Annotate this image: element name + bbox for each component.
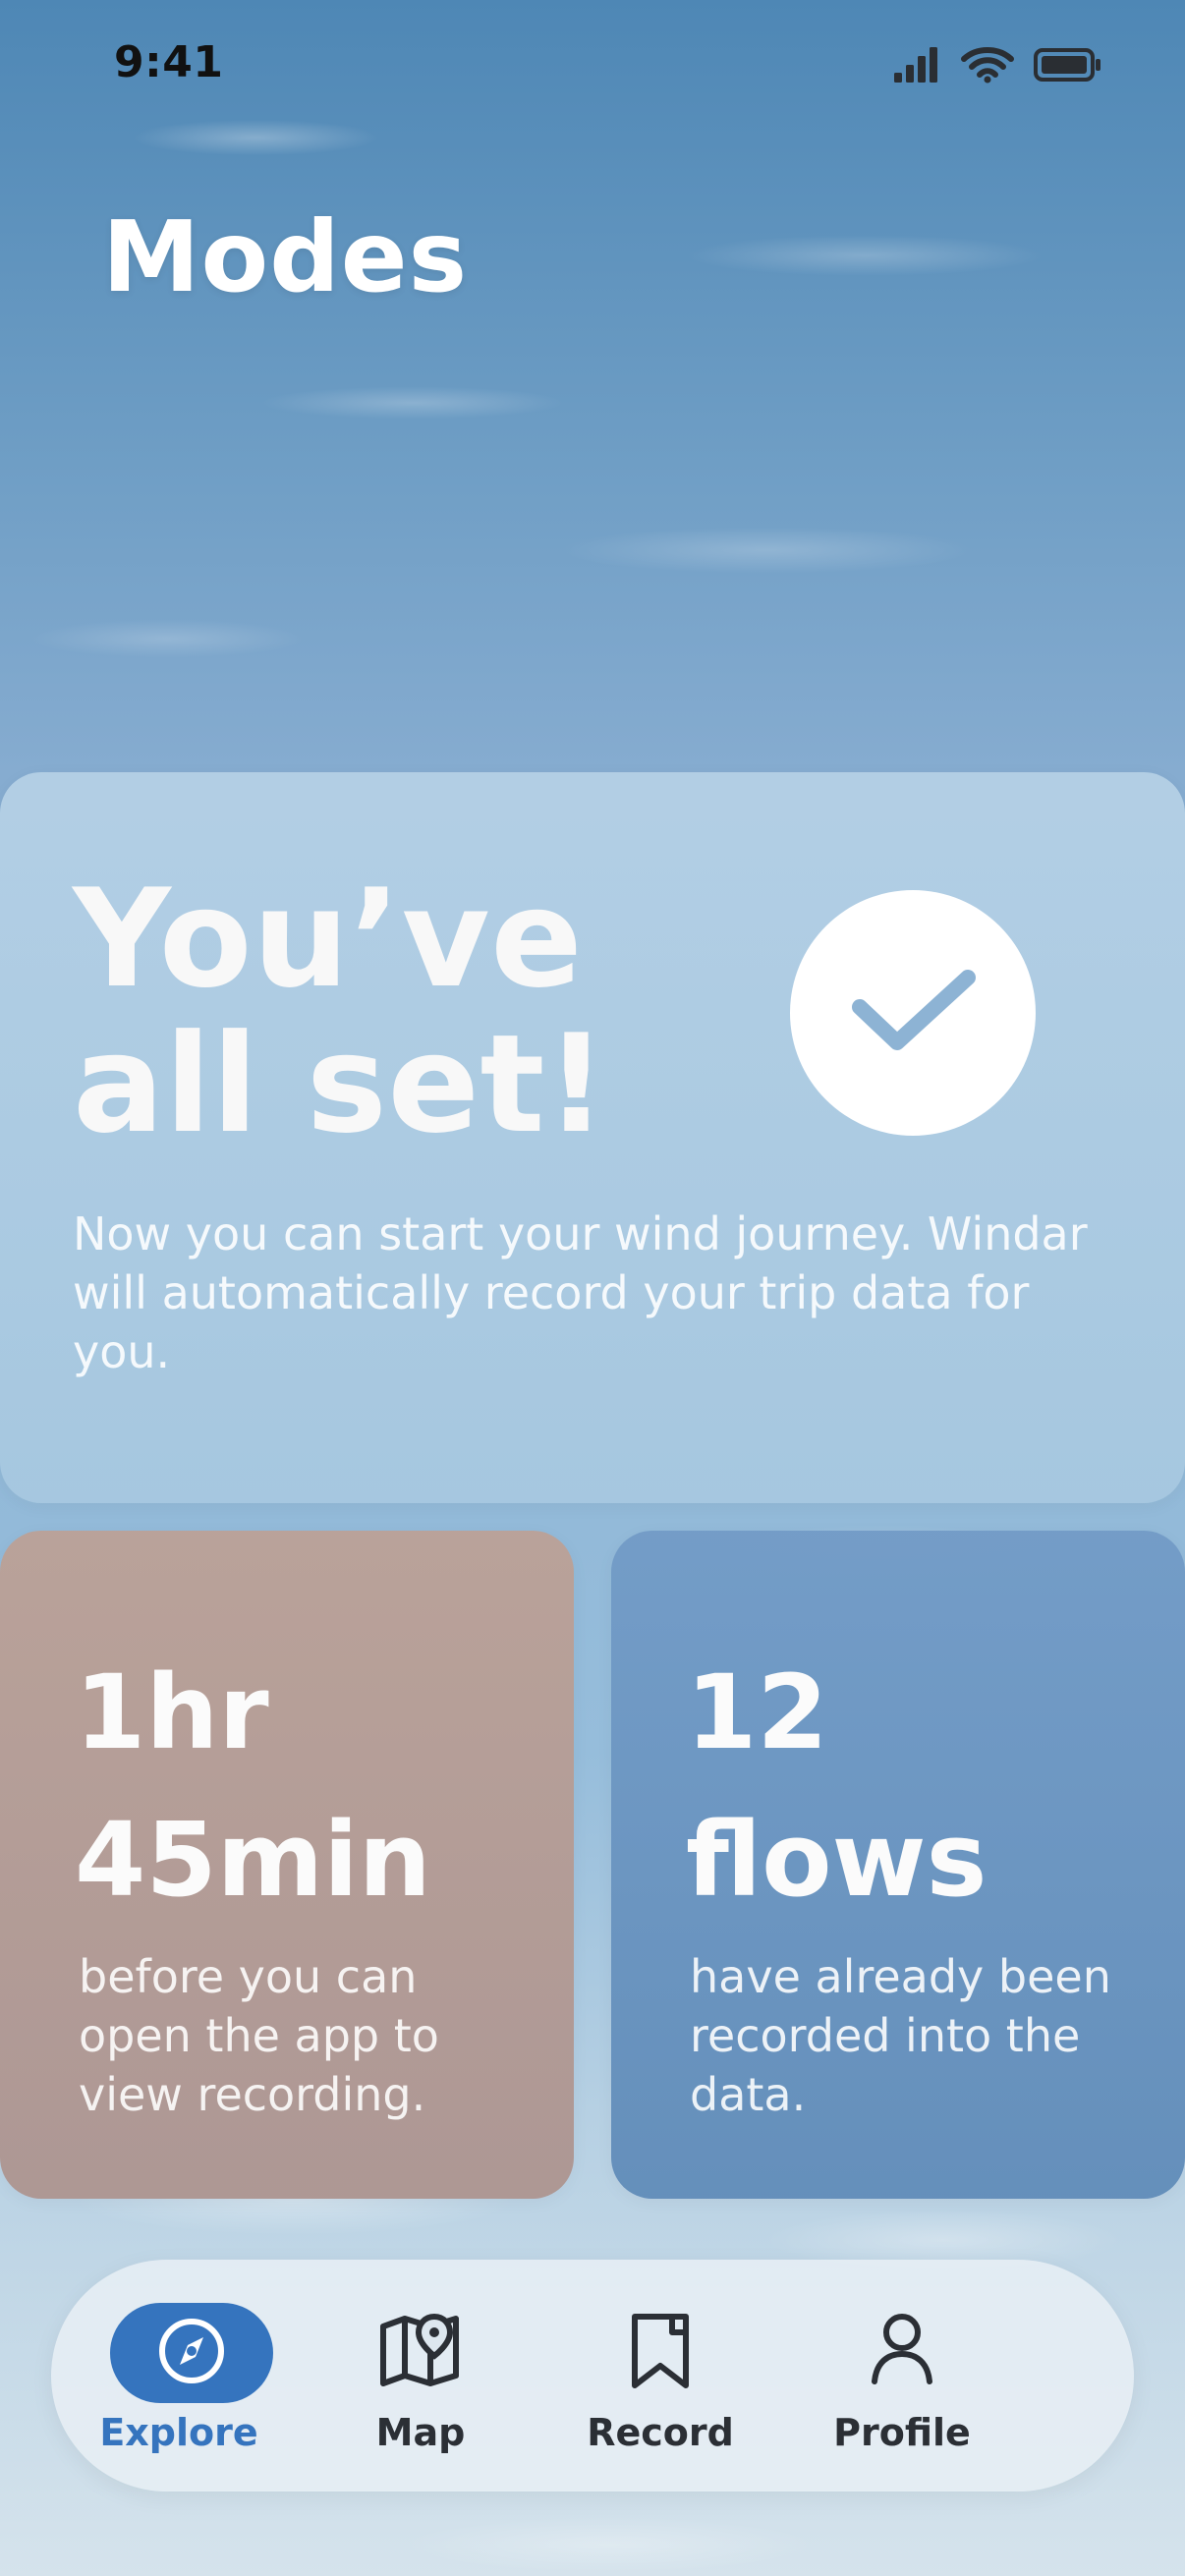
bookmark-icon xyxy=(613,2303,707,2401)
flows-recorded-description: have already been recorded into the data… xyxy=(690,1950,1111,2121)
setup-complete-title: You’ve all set! xyxy=(73,867,761,1157)
map-icon-wrap xyxy=(371,2303,470,2401)
nav-label-profile: Profile xyxy=(833,2411,971,2454)
nav-label-map: Map xyxy=(375,2411,466,2454)
record-icon-wrap xyxy=(611,2303,709,2401)
time-remaining-card: 1hr 45min before you can open the app to… xyxy=(0,1531,574,2199)
bottom-navigation: Explore Map Record Profile xyxy=(51,2260,1134,2492)
flows-recorded-value-line-1: 12 xyxy=(686,1652,828,1772)
map-pin-icon xyxy=(373,2303,468,2401)
battery-icon xyxy=(1034,45,1102,88)
nav-item-map[interactable]: Map xyxy=(312,2295,529,2456)
setup-complete-title-line-1: You’ve xyxy=(73,860,584,1018)
flows-recorded-card: 12 flows have already been recorded into… xyxy=(611,1531,1185,2199)
time-remaining-value: 1hr 45min xyxy=(75,1639,536,1933)
nav-item-record[interactable]: Record xyxy=(552,2295,768,2456)
status-bar: 9:41 xyxy=(0,0,1185,147)
explore-active-pill xyxy=(110,2303,273,2403)
signal-bars-icon xyxy=(892,45,941,88)
modes-screen: 9:41 Modes You’ve all set! Now you can s… xyxy=(0,0,1185,2576)
status-time: 9:41 xyxy=(114,37,224,87)
flows-recorded-value-line-2: flows xyxy=(686,1800,988,1920)
nav-label-explore: Explore xyxy=(99,2411,258,2454)
page-title: Modes xyxy=(102,199,469,314)
user-icon xyxy=(855,2303,949,2401)
time-remaining-description: before you can open the app to view reco… xyxy=(79,1950,439,2121)
flows-recorded-value: 12 flows xyxy=(686,1639,1148,1933)
setup-complete-description: Now you can start your wind journey. Win… xyxy=(73,1207,1088,1378)
nav-label-record: Record xyxy=(587,2411,734,2454)
nav-item-profile[interactable]: Profile xyxy=(794,2295,1010,2456)
wifi-icon xyxy=(959,45,1016,88)
time-remaining-value-line-2: 45min xyxy=(75,1800,431,1920)
nav-item-explore[interactable]: Explore xyxy=(71,2295,287,2456)
compass-icon xyxy=(150,2310,233,2396)
check-badge xyxy=(790,890,1036,1136)
profile-icon-wrap xyxy=(853,2303,951,2401)
setup-complete-title-line-2: all set! xyxy=(73,1005,608,1163)
check-icon xyxy=(846,964,980,1062)
time-remaining-value-line-1: 1hr xyxy=(75,1652,269,1772)
status-icons xyxy=(892,45,1102,88)
setup-complete-card: You’ve all set! Now you can start your w… xyxy=(0,772,1185,1503)
